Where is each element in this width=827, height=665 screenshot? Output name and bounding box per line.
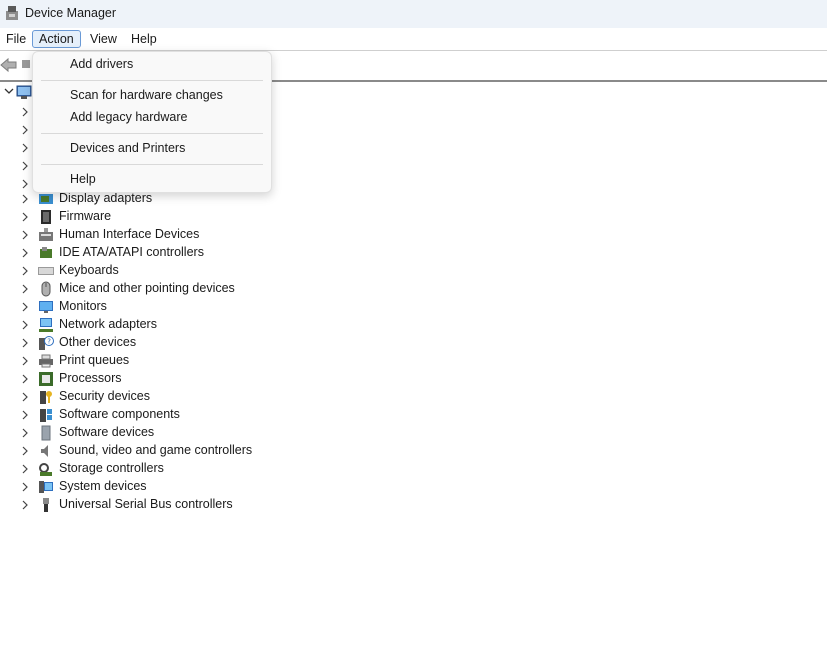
tree-item[interactable]: ? Other devices [0, 334, 400, 352]
tree-item-label: Print queues [59, 353, 130, 367]
software-device-icon [41, 425, 51, 441]
chevron-right-icon[interactable] [21, 230, 29, 240]
tree-item-label: Software devices [59, 425, 155, 439]
tree-item-label: Keyboards [59, 263, 119, 277]
tree-item-label: Processors [59, 371, 122, 385]
printer-icon [39, 354, 53, 368]
sound-icon [41, 445, 48, 457]
security-device-icon [40, 391, 52, 404]
chevron-right-icon[interactable] [21, 500, 29, 510]
menu-separator [41, 164, 263, 165]
tree-item[interactable]: Storage controllers [0, 460, 400, 478]
storage-controller-icon [39, 463, 52, 476]
tree-item-label: Human Interface Devices [59, 227, 200, 241]
chevron-right-icon[interactable] [21, 428, 29, 438]
software-component-icon [40, 409, 52, 422]
back-arrow-icon[interactable] [0, 57, 18, 73]
tree-item[interactable]: Print queues [0, 352, 400, 370]
chevron-right-icon[interactable] [21, 446, 29, 456]
title-bar: Device Manager [0, 0, 827, 28]
action-menu: Add drivers Scan for hardware changes Ad… [32, 51, 272, 193]
tree-item-label: Sound, video and game controllers [59, 443, 253, 457]
tree-item[interactable]: Keyboards [0, 262, 400, 280]
chevron-right-icon[interactable] [21, 161, 29, 171]
tree-item[interactable]: System devices [0, 478, 400, 496]
mouse-icon [41, 281, 51, 297]
chevron-right-icon[interactable] [21, 320, 29, 330]
chevron-right-icon[interactable] [21, 356, 29, 366]
menu-separator [41, 80, 263, 81]
menu-item-scan-hardware[interactable]: Scan for hardware changes [70, 88, 223, 102]
tree-item-label: Other devices [59, 335, 137, 349]
chevron-down-icon[interactable] [4, 86, 14, 96]
tree-item[interactable]: Universal Serial Bus controllers [0, 496, 400, 514]
tree-item-label: System devices [59, 479, 147, 493]
tree-item[interactable]: Monitors [0, 298, 400, 316]
tree-item-label: IDE ATA/ATAPI controllers [59, 245, 204, 259]
firmware-icon [41, 210, 51, 224]
display-adapter-icon [39, 194, 53, 204]
network-adapter-icon [39, 318, 53, 332]
tree-item[interactable]: Sound, video and game controllers [0, 442, 400, 460]
chevron-right-icon[interactable] [21, 125, 29, 135]
chevron-right-icon[interactable] [21, 179, 29, 189]
tree-item-label: Firmware [59, 209, 112, 223]
chevron-right-icon[interactable] [21, 410, 29, 420]
chevron-right-icon[interactable] [21, 284, 29, 294]
tree-item-label: Software components [59, 407, 180, 421]
menu-separator [41, 133, 263, 134]
chevron-right-icon[interactable] [21, 374, 29, 384]
chevron-right-icon[interactable] [21, 464, 29, 474]
menu-bar: File Action View Help [0, 28, 827, 50]
ide-controller-icon [40, 247, 52, 258]
chevron-right-icon[interactable] [21, 266, 29, 276]
monitor-icon [39, 301, 53, 313]
window-title: Device Manager [25, 6, 117, 20]
usb-icon [43, 498, 49, 512]
tree-item-label: Storage controllers [59, 461, 164, 475]
tree-item[interactable]: IDE ATA/ATAPI controllers [0, 244, 400, 262]
tree-item-label: Monitors [59, 299, 107, 313]
tree-item[interactable]: Software devices [0, 424, 400, 442]
tree-item-label: Universal Serial Bus controllers [59, 497, 233, 511]
tree-item[interactable]: Network adapters [0, 316, 400, 334]
tree-item-label: Security devices [59, 389, 151, 403]
tree-item[interactable]: Software components [0, 406, 400, 424]
menu-help[interactable]: Help [125, 30, 163, 48]
menu-view[interactable]: View [84, 30, 123, 48]
menu-item-add-drivers[interactable]: Add drivers [70, 57, 133, 71]
chevron-right-icon[interactable] [21, 482, 29, 492]
tree-item[interactable]: Human Interface Devices [0, 226, 400, 244]
menu-item-add-legacy-hardware[interactable]: Add legacy hardware [70, 110, 187, 124]
forward-arrow-icon[interactable] [22, 60, 30, 68]
chevron-right-icon[interactable] [21, 212, 29, 222]
chevron-right-icon[interactable] [21, 107, 29, 117]
tree-item[interactable]: Security devices [0, 388, 400, 406]
other-devices-icon: ? [39, 336, 54, 350]
tree-item[interactable]: Firmware [0, 208, 400, 226]
tree-item[interactable]: Mice and other pointing devices [0, 280, 400, 298]
chevron-right-icon[interactable] [21, 143, 29, 153]
tree-item-label: Mice and other pointing devices [59, 281, 235, 295]
chevron-right-icon[interactable] [21, 392, 29, 402]
chevron-right-icon[interactable] [21, 302, 29, 312]
device-manager-icon [6, 6, 18, 20]
computer-icon [16, 85, 32, 99]
menu-item-help[interactable]: Help [70, 172, 96, 186]
tree-item-label: Display adapters [59, 191, 153, 205]
chevron-right-icon[interactable] [21, 248, 29, 258]
tree-item-label: Network adapters [59, 317, 157, 331]
processor-icon [39, 372, 53, 386]
keyboard-icon [38, 267, 54, 275]
chevron-right-icon[interactable] [21, 338, 29, 348]
chevron-right-icon[interactable] [21, 194, 29, 204]
svg-text:?: ? [47, 338, 51, 346]
menu-item-devices-printers[interactable]: Devices and Printers [70, 141, 185, 155]
tree-item[interactable]: Processors [0, 370, 400, 388]
system-devices-icon [39, 481, 53, 493]
menu-file[interactable]: File [0, 30, 32, 48]
hid-icon [39, 228, 53, 241]
menu-action[interactable]: Action [32, 30, 81, 48]
